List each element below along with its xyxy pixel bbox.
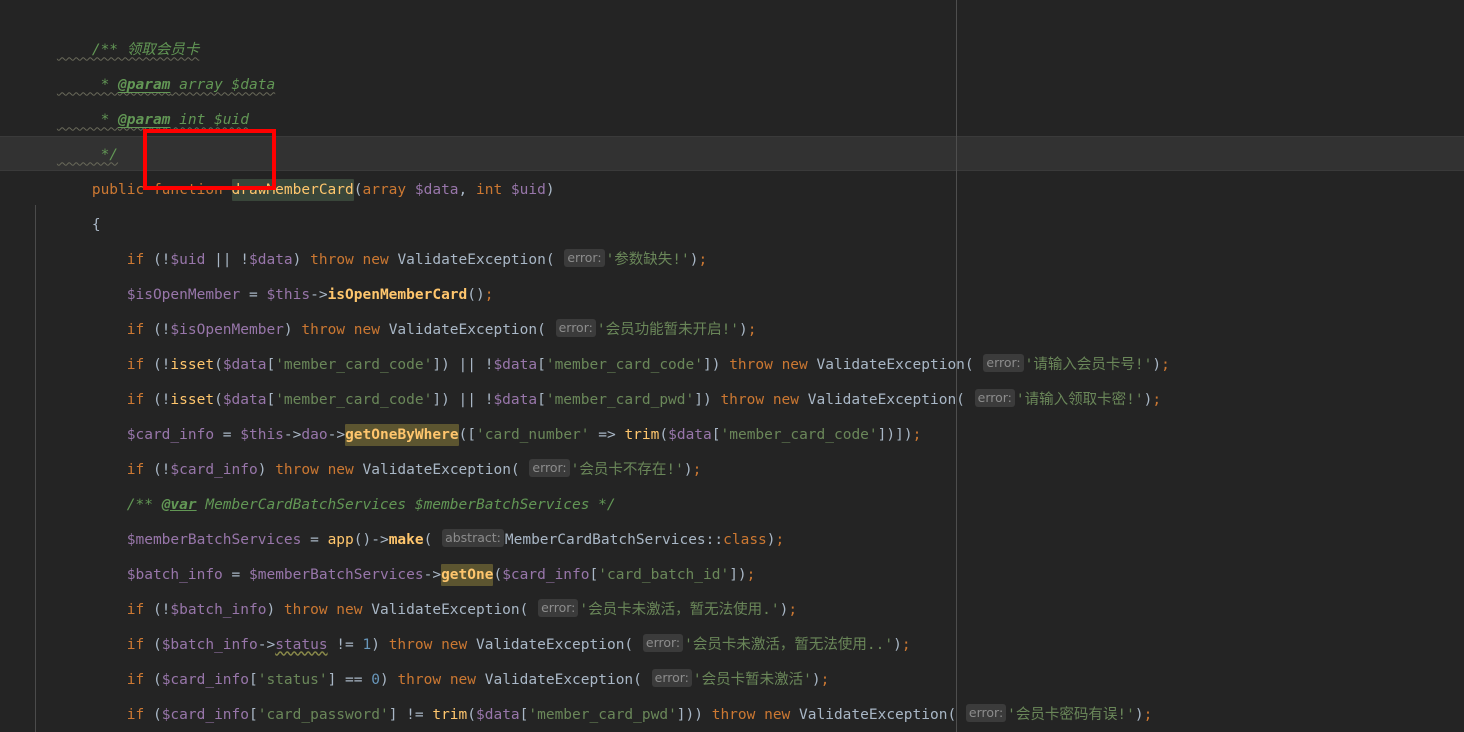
code-editor[interactable]: /** 领取会员卡 * @param array $data * @param … [0,0,1464,732]
code-line[interactable]: /** 领取会员卡 [0,0,1464,58]
code-line[interactable]: if (!$uid || !$data) throw new ValidateE… [0,208,1464,268]
code-line[interactable]: if (!isset($data['member_card_code']) ||… [0,348,1464,408]
code-line[interactable]: { [0,173,1464,233]
code-line[interactable]: $memberBatchServices = app()->make( abst… [0,488,1464,548]
code-line[interactable]: */ [0,103,1464,163]
code-line-method-signature[interactable]: public function drawMemberCard(array $da… [0,138,1464,201]
code-line[interactable]: if (!isset($data['member_card_code']) ||… [0,313,1464,373]
code-line[interactable]: if (!$batch_info) throw new ValidateExce… [0,558,1464,618]
code-line[interactable]: if (!$card_info) throw new ValidateExcep… [0,418,1464,478]
code-line[interactable]: if ($card_info['use_uid'] && $card_info[… [0,698,1464,732]
code-line[interactable]: if ($batch_info->status != 1) throw new … [0,593,1464,653]
code-line[interactable]: if ($card_info['card_password'] != trim(… [0,663,1464,723]
code-line[interactable]: * @param array $data [0,33,1464,93]
code-line[interactable]: $card_info = $this->dao->getOneByWhere([… [0,383,1464,446]
code-line[interactable]: $isOpenMember = $this->isOpenMemberCard(… [0,243,1464,303]
code-line[interactable]: if (!$isOpenMember) throw new ValidateEx… [0,278,1464,338]
code-line[interactable]: * @param int $uid [0,68,1464,128]
code-line[interactable]: /** @var MemberCardBatchServices $member… [0,453,1464,513]
code-line[interactable]: $batch_info = $memberBatchServices->getO… [0,523,1464,586]
code-line[interactable]: if ($card_info['status'] == 0) throw new… [0,628,1464,688]
